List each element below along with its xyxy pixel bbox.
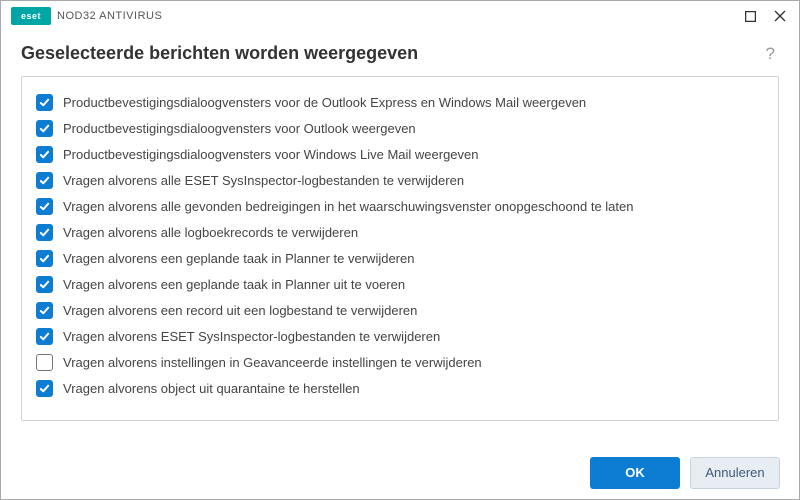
- list-item-label: Productbevestigingsdialoogvensters voor …: [63, 147, 479, 162]
- checkbox[interactable]: [36, 224, 53, 241]
- checkbox[interactable]: [36, 94, 53, 111]
- maximize-button[interactable]: [735, 3, 765, 29]
- list-item[interactable]: Productbevestigingsdialoogvensters voor …: [36, 115, 768, 141]
- list-item-label: Vragen alvorens ESET SysInspector-logbes…: [63, 329, 440, 344]
- page-title: Geselecteerde berichten worden weergegev…: [21, 43, 762, 64]
- list-item-label: Vragen alvorens object uit quarantaine t…: [63, 381, 360, 396]
- list-item[interactable]: Productbevestigingsdialoogvensters voor …: [36, 89, 768, 115]
- content-frame: Productbevestigingsdialoogvensters voor …: [21, 76, 779, 421]
- list-item[interactable]: Vragen alvorens object uit quarantaine t…: [36, 375, 768, 401]
- title-bar: eset NOD32 ANTIVIRUS: [1, 1, 799, 31]
- check-icon: [39, 97, 50, 108]
- list-item[interactable]: Vragen alvorens instellingen in Geavance…: [36, 349, 768, 375]
- close-button[interactable]: [765, 3, 795, 29]
- checkbox[interactable]: [36, 328, 53, 345]
- check-icon: [39, 331, 50, 342]
- brand: eset NOD32 ANTIVIRUS: [11, 7, 162, 25]
- brand-product: NOD32 ANTIVIRUS: [57, 10, 162, 22]
- check-icon: [39, 383, 50, 394]
- checkbox[interactable]: [36, 276, 53, 293]
- list-item[interactable]: Vragen alvorens een geplande taak in Pla…: [36, 245, 768, 271]
- checkbox[interactable]: [36, 302, 53, 319]
- dialog-header: Geselecteerde berichten worden weergegev…: [1, 31, 799, 76]
- checkbox[interactable]: [36, 354, 53, 371]
- list-item[interactable]: Vragen alvorens een record uit een logbe…: [36, 297, 768, 323]
- checkbox[interactable]: [36, 198, 53, 215]
- list-item-label: Vragen alvorens instellingen in Geavance…: [63, 355, 482, 370]
- checkbox[interactable]: [36, 380, 53, 397]
- checkbox[interactable]: [36, 120, 53, 137]
- maximize-icon: [745, 11, 756, 22]
- checkbox[interactable]: [36, 146, 53, 163]
- list-item-label: Vragen alvorens alle gevonden bedreiging…: [63, 199, 633, 214]
- list-item-label: Productbevestigingsdialoogvensters voor …: [63, 95, 586, 110]
- check-icon: [39, 279, 50, 290]
- list-item-label: Productbevestigingsdialoogvensters voor …: [63, 121, 416, 136]
- list-item[interactable]: Vragen alvorens ESET SysInspector-logbes…: [36, 323, 768, 349]
- list-item-label: Vragen alvorens een geplande taak in Pla…: [63, 251, 414, 266]
- check-icon: [39, 201, 50, 212]
- close-icon: [774, 10, 786, 22]
- check-icon: [39, 149, 50, 160]
- cancel-button[interactable]: Annuleren: [690, 457, 780, 489]
- ok-button[interactable]: OK: [590, 457, 680, 489]
- check-icon: [39, 175, 50, 186]
- check-icon: [39, 123, 50, 134]
- dialog-footer: OK Annuleren: [0, 445, 800, 500]
- list-item[interactable]: Vragen alvorens alle ESET SysInspector-l…: [36, 167, 768, 193]
- brand-badge-text: eset: [21, 11, 41, 21]
- checkbox[interactable]: [36, 250, 53, 267]
- list-item-label: Vragen alvorens alle logboekrecords te v…: [63, 225, 358, 240]
- list-item[interactable]: Vragen alvorens alle gevonden bedreiging…: [36, 193, 768, 219]
- check-icon: [39, 227, 50, 238]
- check-icon: [39, 253, 50, 264]
- list-item-label: Vragen alvorens alle ESET SysInspector-l…: [63, 173, 464, 188]
- check-icon: [39, 305, 50, 316]
- messages-list[interactable]: Productbevestigingsdialoogvensters voor …: [22, 77, 778, 420]
- checkbox[interactable]: [36, 172, 53, 189]
- help-button[interactable]: ?: [762, 44, 779, 64]
- brand-badge: eset: [11, 7, 51, 25]
- list-item-label: Vragen alvorens een record uit een logbe…: [63, 303, 417, 318]
- list-item[interactable]: Vragen alvorens een geplande taak in Pla…: [36, 271, 768, 297]
- list-item[interactable]: Vragen alvorens alle logboekrecords te v…: [36, 219, 768, 245]
- list-item[interactable]: Productbevestigingsdialoogvensters voor …: [36, 141, 768, 167]
- list-item-label: Vragen alvorens een geplande taak in Pla…: [63, 277, 405, 292]
